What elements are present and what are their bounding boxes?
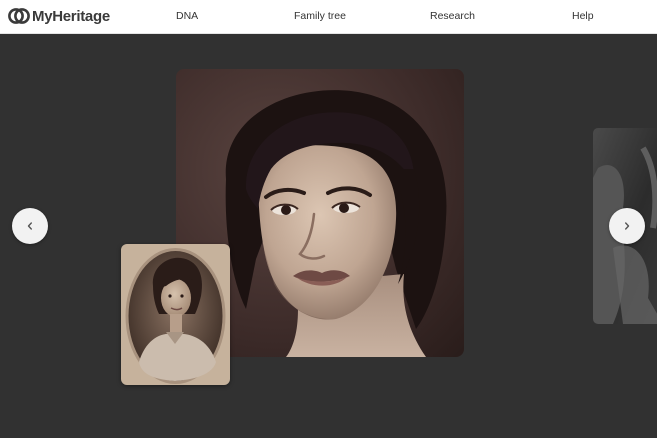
page: MyHeritage DNA Family tree Research Help	[0, 0, 657, 438]
nav-research[interactable]: Research	[430, 10, 475, 22]
chevron-right-icon	[625, 222, 630, 230]
previous-slide-button[interactable]	[12, 208, 48, 244]
top-navigation-bar: MyHeritage DNA Family tree Research Help	[0, 0, 657, 34]
original-photo-thumbnail[interactable]	[121, 244, 230, 385]
nav-help[interactable]: Help	[572, 10, 594, 22]
next-slide-button[interactable]	[609, 208, 645, 244]
nav-family-tree[interactable]: Family tree	[294, 10, 346, 22]
myheritage-logo[interactable]: MyHeritage	[8, 6, 110, 26]
myheritage-logo-icon	[8, 8, 30, 24]
nav-dna[interactable]: DNA	[176, 10, 198, 22]
photo-carousel	[0, 34, 657, 438]
logo-text: MyHeritage	[32, 7, 110, 25]
chevron-left-icon	[27, 222, 32, 230]
original-photo-image	[121, 244, 230, 385]
